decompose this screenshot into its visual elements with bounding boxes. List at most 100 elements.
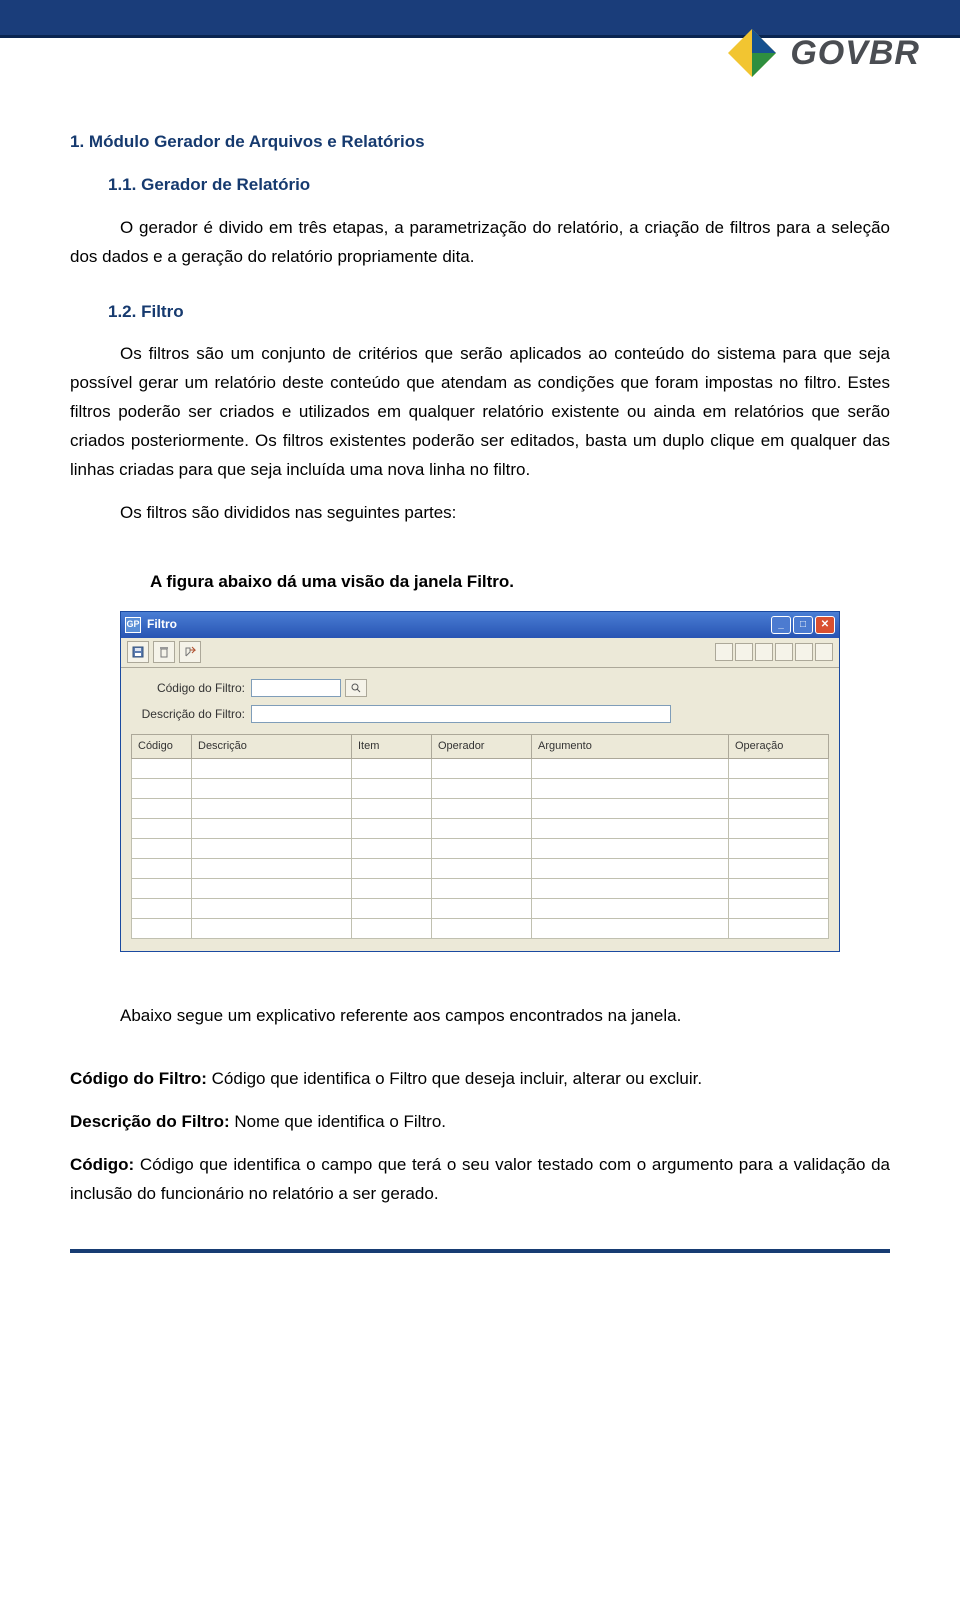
toolbar-nav-group bbox=[715, 643, 833, 661]
col-item[interactable]: Item bbox=[352, 735, 432, 759]
filter-grid[interactable]: Código Descrição Item Operador Argumento… bbox=[131, 734, 829, 939]
codigo-input[interactable] bbox=[251, 679, 341, 697]
table-cell[interactable] bbox=[192, 919, 352, 939]
h1-title: Módulo Gerador de Arquivos e Relatórios bbox=[89, 132, 425, 151]
table-cell[interactable] bbox=[532, 779, 729, 799]
table-cell[interactable] bbox=[432, 799, 532, 819]
table-row[interactable] bbox=[132, 879, 829, 899]
table-cell[interactable] bbox=[532, 839, 729, 859]
export-icon[interactable] bbox=[179, 641, 201, 663]
table-cell[interactable] bbox=[132, 899, 192, 919]
col-operacao[interactable]: Operação bbox=[729, 735, 829, 759]
col-operador[interactable]: Operador bbox=[432, 735, 532, 759]
table-cell[interactable] bbox=[432, 819, 532, 839]
table-cell[interactable] bbox=[132, 859, 192, 879]
table-cell[interactable] bbox=[432, 859, 532, 879]
table-cell[interactable] bbox=[132, 819, 192, 839]
maximize-button[interactable]: □ bbox=[793, 616, 813, 634]
table-row[interactable] bbox=[132, 799, 829, 819]
close-button[interactable]: ✕ bbox=[815, 616, 835, 634]
table-cell[interactable] bbox=[352, 759, 432, 779]
table-cell[interactable] bbox=[432, 759, 532, 779]
table-cell[interactable] bbox=[532, 759, 729, 779]
table-cell[interactable] bbox=[352, 779, 432, 799]
table-row[interactable] bbox=[132, 819, 829, 839]
table-cell[interactable] bbox=[532, 859, 729, 879]
window-title: Filtro bbox=[147, 614, 177, 634]
col-descricao[interactable]: Descrição bbox=[192, 735, 352, 759]
table-cell[interactable] bbox=[432, 899, 532, 919]
window-toolbar bbox=[121, 638, 839, 668]
table-cell[interactable] bbox=[729, 899, 829, 919]
table-cell[interactable] bbox=[432, 779, 532, 799]
table-row[interactable] bbox=[132, 759, 829, 779]
table-cell[interactable] bbox=[432, 919, 532, 939]
table-cell[interactable] bbox=[132, 919, 192, 939]
logo-text: GOVBR bbox=[790, 34, 920, 73]
nav-next-icon[interactable] bbox=[755, 643, 773, 661]
table-cell[interactable] bbox=[192, 839, 352, 859]
table-cell[interactable] bbox=[729, 859, 829, 879]
table-cell[interactable] bbox=[132, 879, 192, 899]
table-cell[interactable] bbox=[532, 819, 729, 839]
table-cell[interactable] bbox=[132, 759, 192, 779]
footer-rule bbox=[70, 1249, 890, 1253]
page-header: GOVBR bbox=[0, 38, 960, 128]
table-cell[interactable] bbox=[432, 879, 532, 899]
nav-first-icon[interactable] bbox=[715, 643, 733, 661]
table-row[interactable] bbox=[132, 859, 829, 879]
nav-prev-icon[interactable] bbox=[735, 643, 753, 661]
table-cell[interactable] bbox=[352, 839, 432, 859]
table-cell[interactable] bbox=[132, 779, 192, 799]
table-cell[interactable] bbox=[192, 779, 352, 799]
table-cell[interactable] bbox=[352, 819, 432, 839]
table-cell[interactable] bbox=[432, 839, 532, 859]
heading-1: 1. Módulo Gerador de Arquivos e Relatóri… bbox=[70, 128, 890, 157]
table-cell[interactable] bbox=[729, 919, 829, 939]
col-argumento[interactable]: Argumento bbox=[532, 735, 729, 759]
window-titlebar[interactable]: GP Filtro _ □ ✕ bbox=[121, 612, 839, 638]
table-cell[interactable] bbox=[532, 799, 729, 819]
table-cell[interactable] bbox=[132, 839, 192, 859]
table-cell[interactable] bbox=[352, 859, 432, 879]
def1-text: Código que identifica o Filtro que desej… bbox=[207, 1069, 702, 1088]
table-cell[interactable] bbox=[192, 899, 352, 919]
minimize-button[interactable]: _ bbox=[771, 616, 791, 634]
table-cell[interactable] bbox=[729, 839, 829, 859]
codigo-row: Código do Filtro: bbox=[131, 678, 829, 698]
table-cell[interactable] bbox=[352, 919, 432, 939]
table-cell[interactable] bbox=[532, 899, 729, 919]
table-cell[interactable] bbox=[729, 779, 829, 799]
table-cell[interactable] bbox=[729, 879, 829, 899]
paragraph-1-2-p2: Os filtros são divididos nas seguintes p… bbox=[70, 499, 890, 528]
nav-last-icon[interactable] bbox=[775, 643, 793, 661]
lookup-icon[interactable] bbox=[345, 679, 367, 697]
table-cell[interactable] bbox=[532, 879, 729, 899]
table-row[interactable] bbox=[132, 839, 829, 859]
col-codigo[interactable]: Código bbox=[132, 735, 192, 759]
table-cell[interactable] bbox=[192, 799, 352, 819]
delete-icon[interactable] bbox=[153, 641, 175, 663]
def2-text: Nome que identifica o Filtro. bbox=[230, 1112, 446, 1131]
descricao-input[interactable] bbox=[251, 705, 671, 723]
table-cell[interactable] bbox=[532, 919, 729, 939]
table-cell[interactable] bbox=[352, 799, 432, 819]
table-cell[interactable] bbox=[132, 799, 192, 819]
def2-label: Descrição do Filtro: bbox=[70, 1112, 230, 1131]
table-cell[interactable] bbox=[192, 819, 352, 839]
table-cell[interactable] bbox=[192, 879, 352, 899]
table-cell[interactable] bbox=[192, 759, 352, 779]
def-descricao-filtro: Descrição do Filtro: Nome que identifica… bbox=[70, 1108, 890, 1137]
nav-print-icon[interactable] bbox=[795, 643, 813, 661]
table-row[interactable] bbox=[132, 919, 829, 939]
table-cell[interactable] bbox=[352, 899, 432, 919]
table-cell[interactable] bbox=[729, 799, 829, 819]
table-cell[interactable] bbox=[352, 879, 432, 899]
nav-extra-icon[interactable] bbox=[815, 643, 833, 661]
table-cell[interactable] bbox=[729, 759, 829, 779]
table-row[interactable] bbox=[132, 779, 829, 799]
table-cell[interactable] bbox=[729, 819, 829, 839]
table-row[interactable] bbox=[132, 899, 829, 919]
save-icon[interactable] bbox=[127, 641, 149, 663]
table-cell[interactable] bbox=[192, 859, 352, 879]
